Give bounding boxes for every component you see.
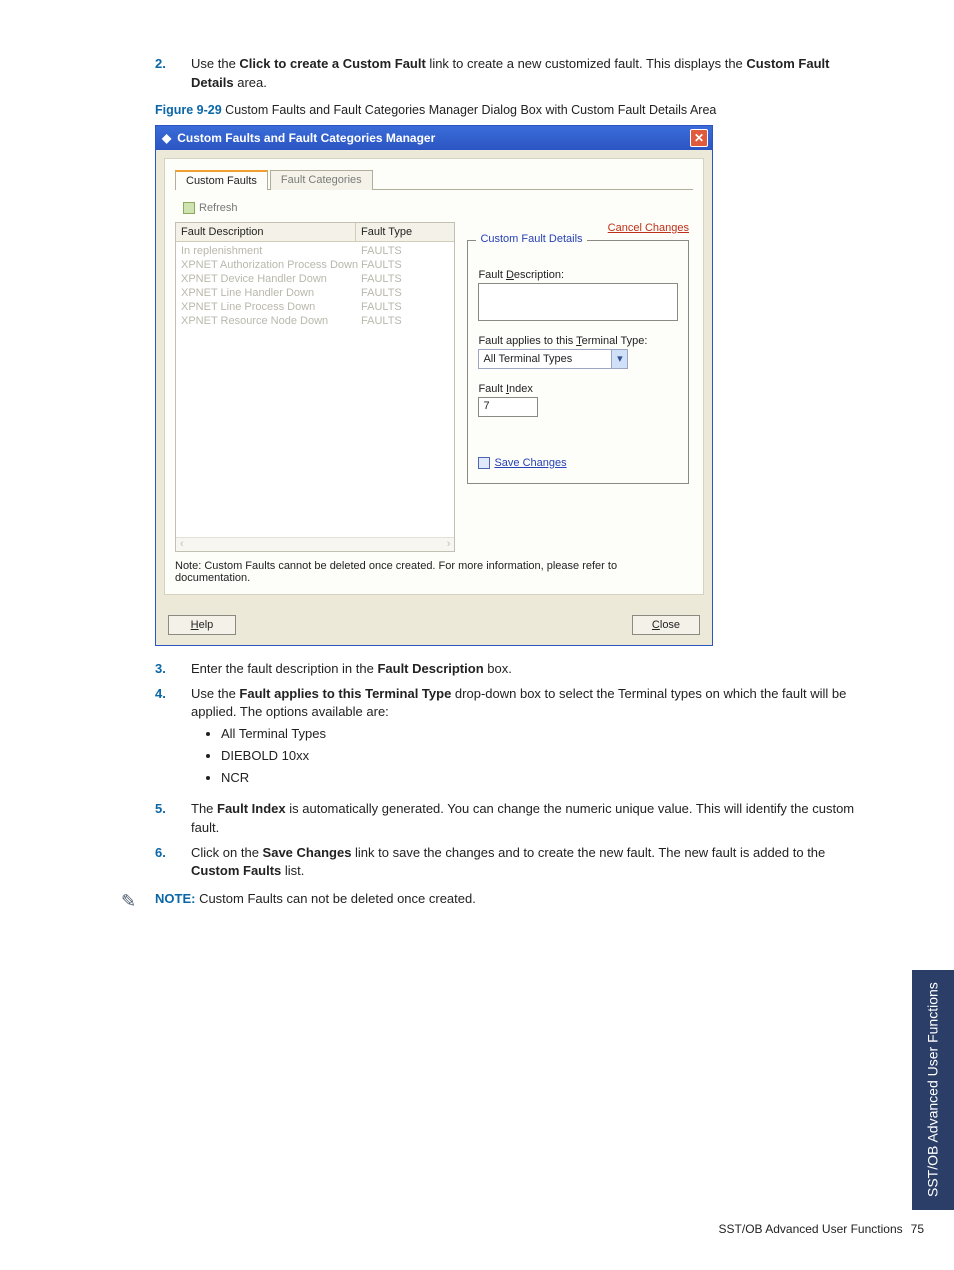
- app-icon: ◆: [162, 131, 171, 145]
- close-icon[interactable]: ✕: [690, 129, 708, 147]
- step-number: 4.: [155, 685, 191, 794]
- custom-fault-details-group: Custom Fault Details Fault Description: …: [467, 240, 689, 484]
- dialog-window: ◆ Custom Faults and Fault Categories Man…: [155, 125, 713, 646]
- col-type: Fault Type: [356, 223, 417, 241]
- combobox-value: All Terminal Types: [483, 353, 572, 365]
- table-row[interactable]: In replenishmentFAULTS: [176, 244, 454, 258]
- tab-custom-faults[interactable]: Custom Faults: [175, 170, 268, 190]
- scroll-right-icon[interactable]: ›: [447, 538, 451, 551]
- page-footer: SST/OB Advanced User Functions 75: [0, 1222, 954, 1266]
- label-fault-description: Fault Description:: [478, 269, 678, 281]
- window-title: Custom Faults and Fault Categories Manag…: [177, 131, 690, 145]
- section-tab: SST/OB Advanced User Functions: [912, 970, 954, 1210]
- disk-icon: [478, 457, 490, 469]
- step-text: Use the Click to create a Custom Fault l…: [191, 55, 859, 93]
- list-item: DIEBOLD 10xx: [221, 747, 859, 766]
- list-item: All Terminal Types: [221, 725, 859, 744]
- groupbox-legend: Custom Fault Details: [476, 233, 586, 245]
- table-row[interactable]: XPNET Device Handler DownFAULTS: [176, 272, 454, 286]
- step-text: Enter the fault description in the Fault…: [191, 660, 859, 679]
- step-text: Use the Fault applies to this Terminal T…: [191, 685, 859, 794]
- step-number: 3.: [155, 660, 191, 679]
- table-row[interactable]: XPNET Line Process DownFAULTS: [176, 300, 454, 314]
- fault-index-input[interactable]: 7: [478, 397, 538, 417]
- page-number: 75: [911, 1222, 924, 1236]
- save-changes-link[interactable]: Save Changes: [494, 457, 566, 469]
- fault-list[interactable]: Fault Description Fault Type In replenis…: [175, 222, 455, 552]
- list-item: NCR: [221, 769, 859, 788]
- dialog-note: Note: Custom Faults cannot be deleted on…: [175, 560, 693, 584]
- label-terminal-type: Fault applies to this Terminal Type:: [478, 335, 678, 347]
- scroll-left-icon[interactable]: ‹: [180, 538, 184, 551]
- footer-text: SST/OB Advanced User Functions: [719, 1222, 903, 1236]
- note-text: Custom Faults can not be deleted once cr…: [195, 891, 475, 906]
- table-row[interactable]: XPNET Line Handler DownFAULTS: [176, 286, 454, 300]
- step-number: 2.: [155, 55, 191, 93]
- step-number: 5.: [155, 800, 191, 838]
- fault-description-input[interactable]: [478, 283, 678, 321]
- note-icon: ✎: [121, 891, 145, 912]
- step-number: 6.: [155, 844, 191, 882]
- chevron-down-icon[interactable]: ▾: [611, 350, 627, 368]
- note-callout: ✎ NOTE: Custom Faults can not be deleted…: [121, 891, 859, 912]
- tab-strip: Custom Faults Fault Categories: [175, 169, 693, 190]
- table-row[interactable]: XPNET Resource Node DownFAULTS: [176, 314, 454, 328]
- refresh-link[interactable]: Refresh: [175, 198, 693, 222]
- note-label: NOTE:: [155, 891, 195, 906]
- help-button[interactable]: Help: [168, 615, 236, 635]
- step-text: Click on the Save Changes link to save t…: [191, 844, 859, 882]
- refresh-icon: [183, 202, 195, 214]
- figure-caption: Figure 9-29 Custom Faults and Fault Cate…: [155, 103, 859, 117]
- titlebar: ◆ Custom Faults and Fault Categories Man…: [156, 126, 712, 150]
- tab-fault-categories[interactable]: Fault Categories: [270, 170, 373, 190]
- step-text: The Fault Index is automatically generat…: [191, 800, 859, 838]
- table-row[interactable]: XPNET Authorization Process DownFAULTS: [176, 258, 454, 272]
- label-fault-index: Fault Index: [478, 383, 678, 395]
- terminal-type-select[interactable]: All Terminal Types ▾: [478, 349, 628, 369]
- scrollbar[interactable]: ‹›: [176, 537, 454, 551]
- col-desc: Fault Description: [176, 223, 356, 241]
- close-button[interactable]: Close: [632, 615, 700, 635]
- list-header: Fault Description Fault Type: [176, 223, 454, 242]
